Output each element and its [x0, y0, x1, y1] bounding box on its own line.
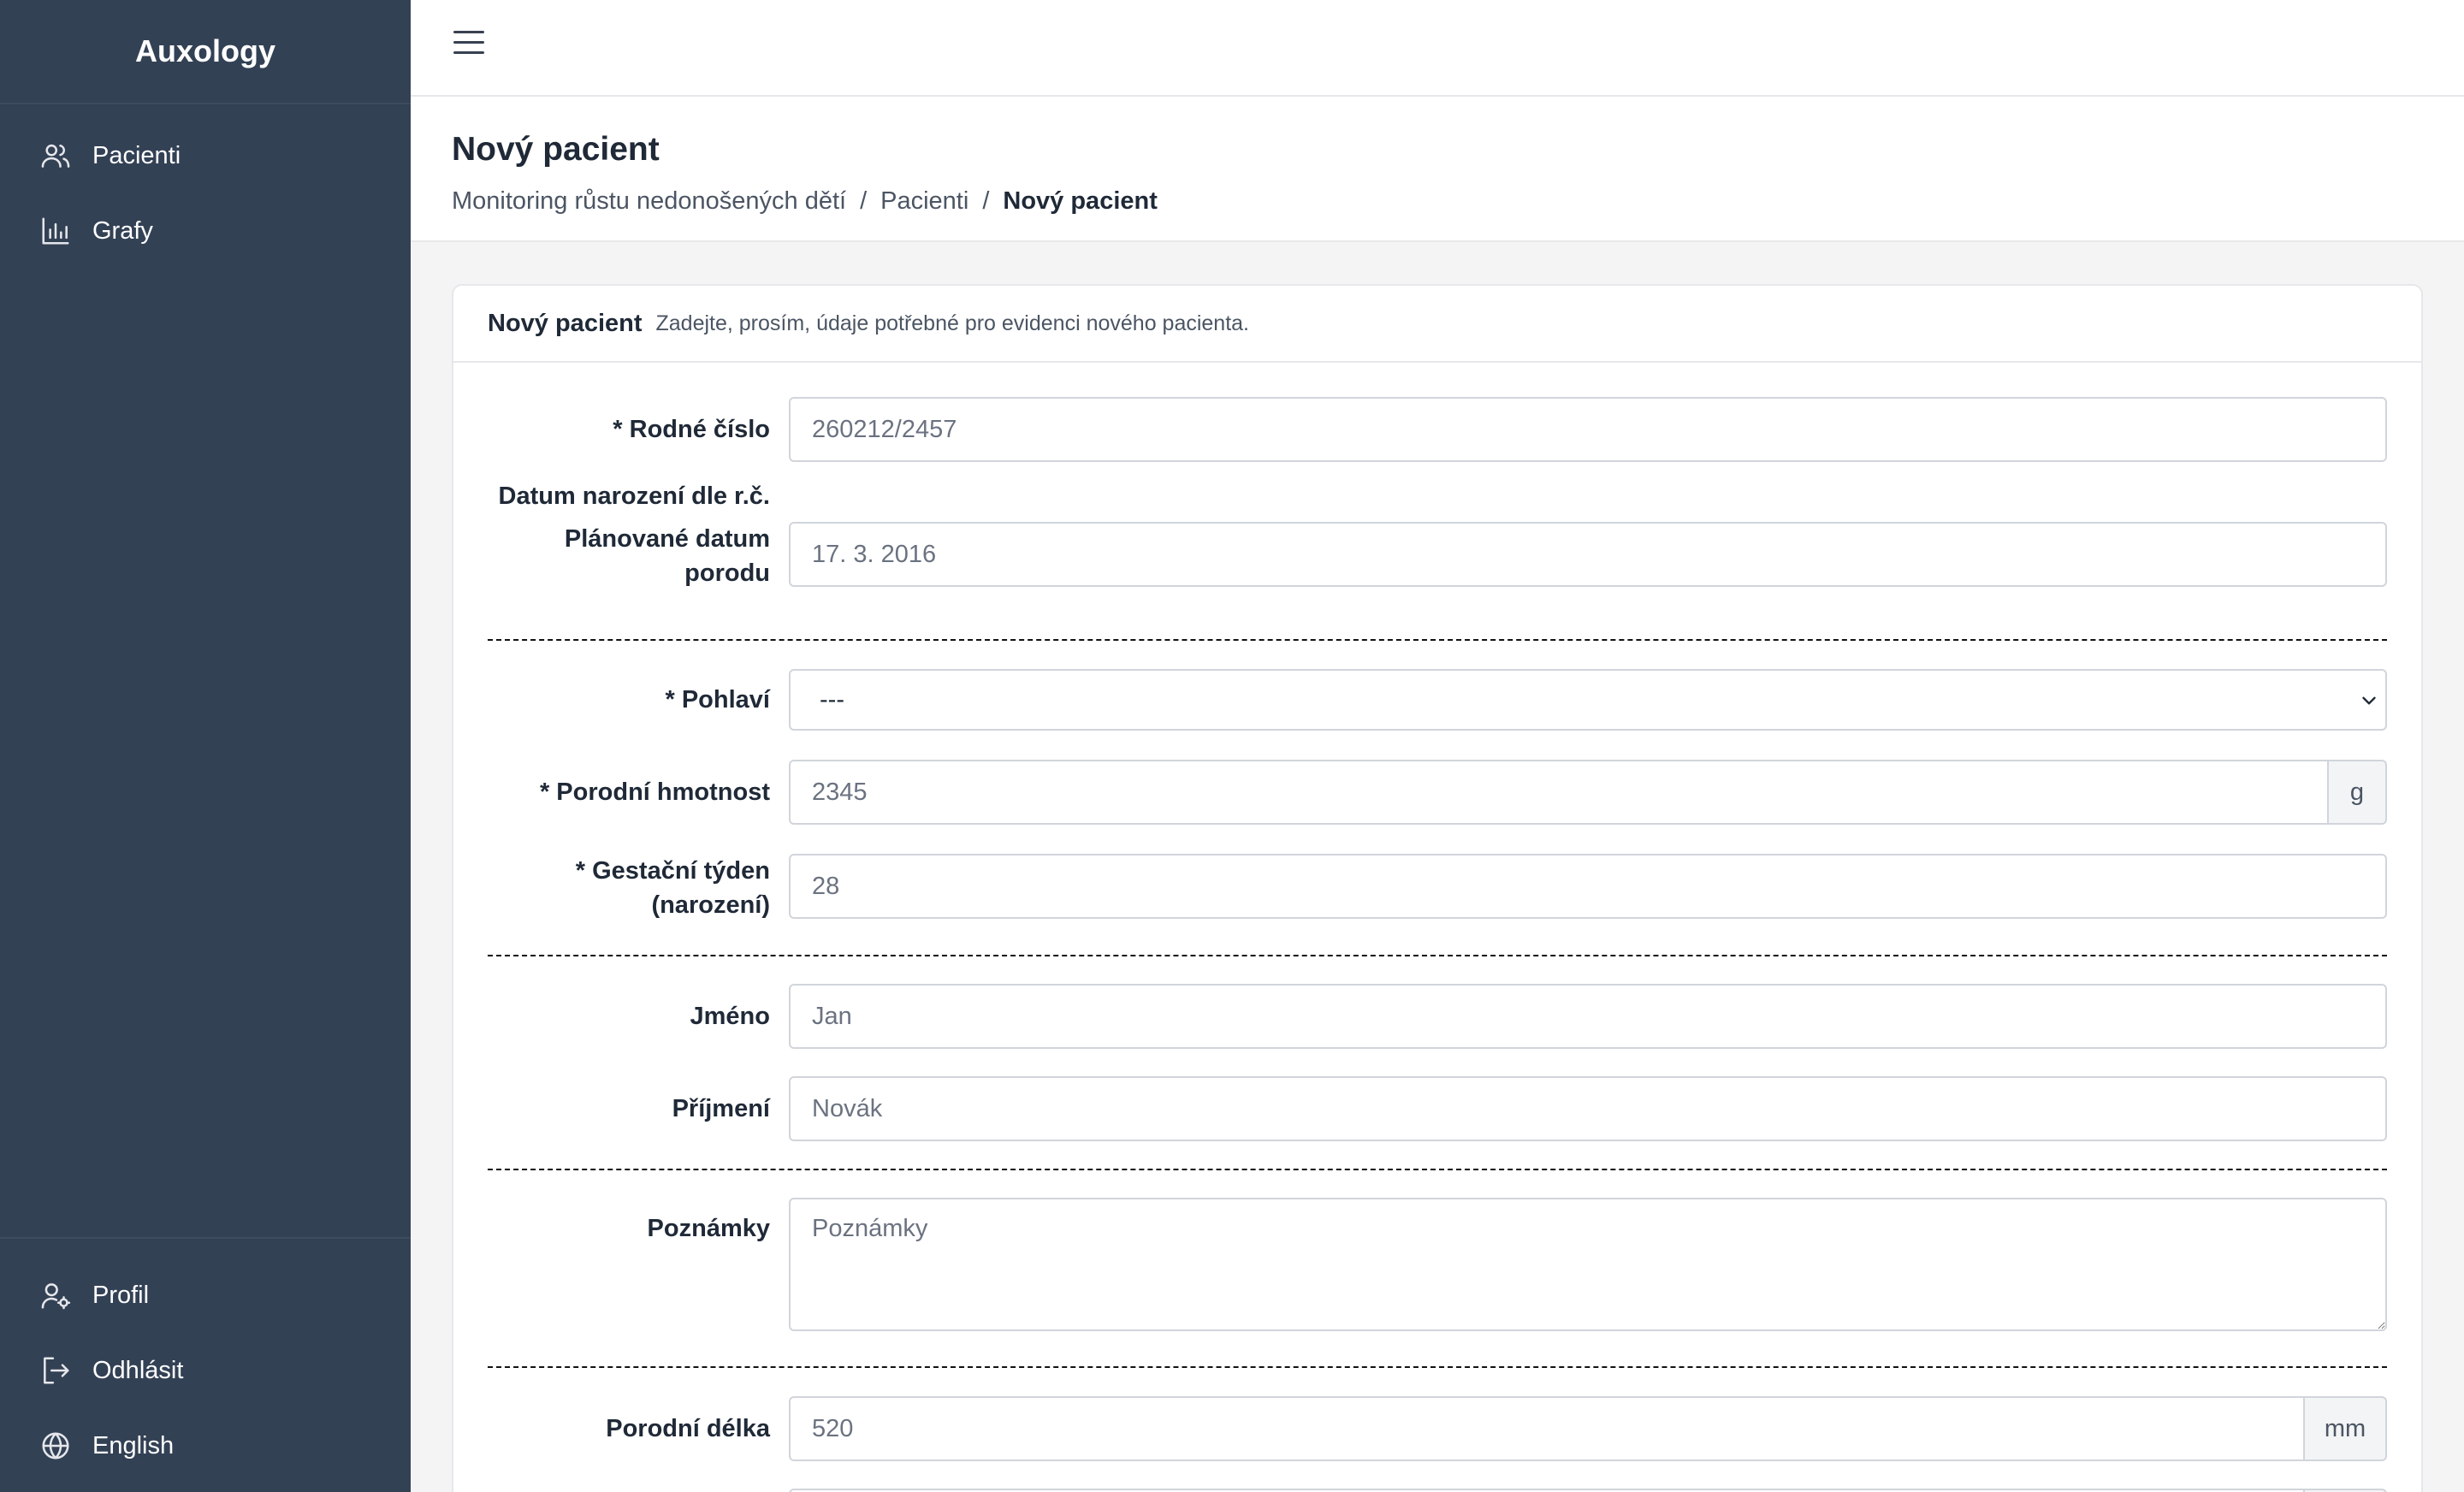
- sidebar-item-label: Grafy: [92, 216, 153, 245]
- sidebar-item-label: Profil: [92, 1281, 150, 1309]
- poznamky-label: Poznámky: [647, 1215, 770, 1242]
- logout-icon: [39, 1354, 72, 1387]
- form-row-porodni-delka: Porodní délka mm: [488, 1396, 2387, 1461]
- users-icon: [39, 139, 72, 172]
- card-header: Nový pacient Zadejte, prosím, údaje potř…: [453, 286, 2421, 363]
- jmeno-label: Jméno: [690, 1003, 770, 1030]
- page-header: Nový pacient Monitoring růstu nedonošený…: [411, 97, 2464, 242]
- sidebar-item-english[interactable]: English: [0, 1408, 411, 1483]
- porodni-delka-input[interactable]: [789, 1396, 2305, 1461]
- porodni-delka-unit: mm: [2305, 1396, 2387, 1461]
- gestacni-tyden-label: * Gestační týden (narození): [488, 854, 770, 922]
- form-row-next: [488, 1489, 2387, 1492]
- pohlavi-selected-value: ---: [820, 685, 844, 713]
- page-title: Nový pacient: [452, 131, 660, 168]
- gestacni-tyden-label-line1: * Gestační týden: [575, 857, 770, 885]
- breadcrumb: Monitoring růstu nedonošených dětí / Pac…: [452, 187, 2464, 216]
- next-input[interactable]: [789, 1489, 2305, 1492]
- pohlavi-select[interactable]: ---: [789, 669, 2387, 731]
- planovane-datum-label-line2: porodu: [684, 560, 770, 587]
- form-row-pohlavi: * Pohlaví ---: [488, 669, 2387, 731]
- breadcrumb-item-home[interactable]: Monitoring růstu nedonošených dětí: [452, 187, 846, 216]
- sidebar-item-label: English: [92, 1431, 175, 1459]
- breadcrumb-separator: /: [860, 187, 868, 215]
- form-row-datum-narozeni: Datum narození dle r.č.: [488, 479, 2387, 513]
- prijmeni-label: Příjmení: [672, 1095, 770, 1122]
- rodne-cislo-label: * Rodné číslo: [613, 416, 770, 443]
- form-row-planovane-datum: Plánované datum porodu: [488, 522, 2387, 590]
- porodni-hmotnost-unit: g: [2329, 760, 2387, 825]
- section-divider: [488, 955, 2387, 956]
- section-divider: [488, 1366, 2387, 1368]
- jmeno-input[interactable]: [789, 984, 2387, 1049]
- menu-toggle-icon[interactable]: [453, 31, 484, 62]
- section-divider: [488, 1169, 2387, 1170]
- sidebar-item-profil[interactable]: Profil: [0, 1258, 411, 1333]
- sidebar-bottom: Profil Odhlásit English: [0, 1237, 411, 1492]
- section-divider: [488, 639, 2387, 641]
- planovane-datum-input[interactable]: [789, 522, 2387, 587]
- sidebar-item-odhlasit[interactable]: Odhlásit: [0, 1333, 411, 1408]
- planovane-datum-label: Plánované datum porodu: [488, 522, 770, 590]
- topbar: [411, 0, 2464, 97]
- breadcrumb-separator: /: [982, 187, 990, 215]
- poznamky-textarea[interactable]: [789, 1198, 2387, 1331]
- datum-narozeni-label: Datum narození dle r.č.: [498, 483, 770, 510]
- sidebar-item-label: Odhlásit: [92, 1356, 184, 1384]
- sidebar-item-grafy[interactable]: Grafy: [0, 193, 411, 269]
- porodni-hmotnost-input[interactable]: [789, 760, 2329, 825]
- porodni-hmotnost-label: * Porodní hmotnost: [539, 779, 770, 806]
- sidebar-item-pacienti[interactable]: Pacienti: [0, 118, 411, 193]
- porodni-delka-label: Porodní délka: [606, 1415, 770, 1442]
- form-row-porodni-hmotnost: * Porodní hmotnost g: [488, 760, 2387, 825]
- user-settings-icon: [39, 1279, 72, 1311]
- card-subtitle: Zadejte, prosím, údaje potřebné pro evid…: [655, 311, 1250, 335]
- form-row-rodne-cislo: * Rodné číslo: [488, 397, 2387, 462]
- gestacni-tyden-input[interactable]: [789, 854, 2387, 919]
- form-row-poznamky: Poznámky: [488, 1198, 2387, 1331]
- form-row-gestacni-tyden: * Gestační týden (narození): [488, 854, 2387, 922]
- bar-chart-icon: [39, 215, 72, 247]
- sidebar: Auxology Pacienti Grafy Profil Odhlásit: [0, 0, 411, 1492]
- next-unit: [2305, 1489, 2387, 1492]
- planovane-datum-label-line1: Plánované datum: [564, 525, 770, 553]
- globe-icon: [39, 1430, 72, 1462]
- sidebar-nav: Pacienti Grafy: [0, 104, 411, 269]
- gestacni-tyden-label-line2: (narození): [651, 891, 770, 919]
- rodne-cislo-input[interactable]: [789, 397, 2387, 462]
- form-row-jmeno: Jméno: [488, 984, 2387, 1049]
- breadcrumb-item-pacienti[interactable]: Pacienti: [880, 187, 968, 216]
- pohlavi-label: * Pohlaví: [665, 686, 771, 713]
- breadcrumb-item-current: Nový pacient: [1003, 187, 1158, 215]
- sidebar-item-label: Pacienti: [92, 141, 181, 169]
- form-row-prijmeni: Příjmení: [488, 1076, 2387, 1141]
- new-patient-card: Nový pacient Zadejte, prosím, údaje potř…: [452, 284, 2423, 1492]
- app-title[interactable]: Auxology: [0, 0, 411, 104]
- prijmeni-input[interactable]: [789, 1076, 2387, 1141]
- chevron-down-icon: [2362, 696, 2376, 705]
- card-title: Nový pacient: [488, 309, 643, 337]
